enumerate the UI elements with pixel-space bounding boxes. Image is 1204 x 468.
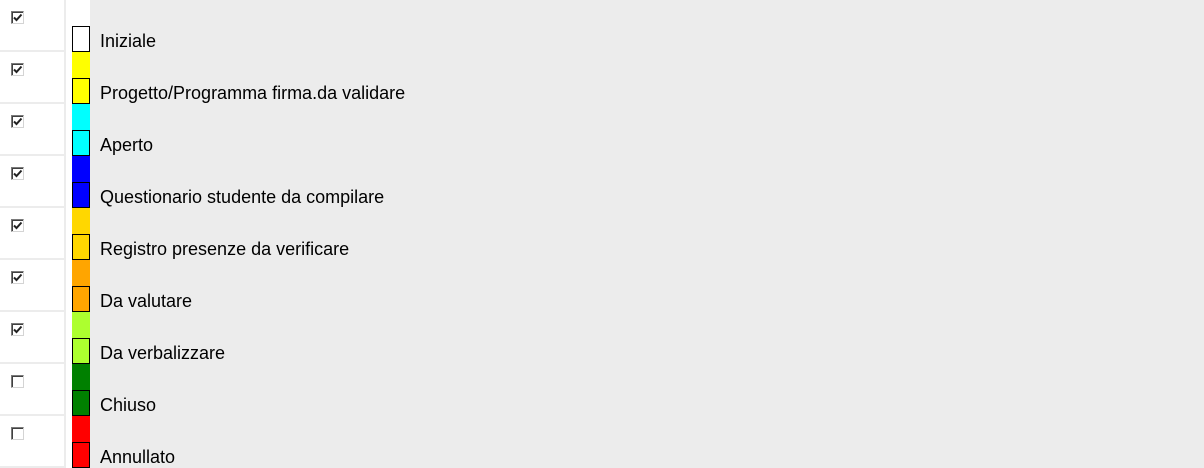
check-icon	[13, 169, 23, 178]
status-row: Iniziale	[0, 0, 1204, 52]
checkbox-cell	[0, 104, 64, 154]
checkbox-cell	[0, 156, 64, 206]
status-label: Chiuso	[100, 395, 157, 415]
status-color-bar	[72, 260, 90, 286]
status-color-swatch	[72, 286, 90, 312]
check-icon	[13, 221, 23, 230]
status-checkbox[interactable]	[11, 375, 24, 388]
status-label: Annullato	[100, 447, 176, 467]
status-row: Annullato	[0, 416, 1204, 468]
status-color-swatch	[72, 78, 90, 104]
checkbox-cell	[0, 0, 64, 50]
check-icon	[13, 13, 23, 22]
status-label: Da verbalizzare	[100, 343, 226, 363]
checkbox-cell	[0, 416, 64, 466]
status-color-bar	[72, 156, 90, 182]
status-checkbox[interactable]	[11, 115, 24, 128]
status-checkbox[interactable]	[11, 11, 24, 24]
status-row: Chiuso	[0, 364, 1204, 416]
check-icon	[13, 117, 23, 126]
status-row: Registro presenze da verificare	[0, 208, 1204, 260]
status-checkbox[interactable]	[11, 271, 24, 284]
status-color-swatch	[72, 182, 90, 208]
status-color-bar	[72, 312, 90, 338]
status-color-bar	[72, 52, 90, 78]
status-color-swatch	[72, 26, 90, 52]
status-color-bar	[72, 416, 90, 442]
status-row: Da valutare	[0, 260, 1204, 312]
status-filter-list: Iniziale Progetto/Programma firma.da vali…	[0, 0, 1204, 468]
status-label: Iniziale	[100, 31, 157, 51]
status-color-bar	[72, 364, 90, 390]
status-checkbox[interactable]	[11, 63, 24, 76]
status-color-swatch	[72, 390, 90, 416]
status-row: Progetto/Programma firma.da validare	[0, 52, 1204, 104]
status-row: Aperto	[0, 104, 1204, 156]
checkbox-cell	[0, 364, 64, 414]
status-label: Progetto/Programma firma.da validare	[100, 83, 406, 103]
status-label: Registro presenze da verificare	[100, 239, 350, 259]
status-label: Da valutare	[100, 291, 193, 311]
status-color-swatch	[72, 338, 90, 364]
checkbox-cell	[0, 208, 64, 258]
status-checkbox[interactable]	[11, 219, 24, 232]
status-row: Questionario studente da compilare	[0, 156, 1204, 208]
status-checkbox[interactable]	[11, 427, 24, 440]
checkbox-cell	[0, 312, 64, 362]
status-label: Aperto	[100, 135, 154, 155]
status-color-swatch	[72, 442, 90, 468]
status-color-bar	[72, 208, 90, 234]
status-row: Da verbalizzare	[0, 312, 1204, 364]
checkbox-cell	[0, 260, 64, 310]
status-color-bar	[72, 104, 90, 130]
status-checkbox[interactable]	[11, 323, 24, 336]
check-icon	[13, 65, 23, 74]
checkbox-cell	[0, 52, 64, 102]
check-icon	[13, 325, 23, 334]
check-icon	[13, 273, 23, 282]
status-checkbox[interactable]	[11, 167, 24, 180]
status-color-swatch	[72, 130, 90, 156]
status-color-bar	[72, 0, 90, 26]
status-color-swatch	[72, 234, 90, 260]
status-label: Questionario studente da compilare	[100, 187, 385, 207]
